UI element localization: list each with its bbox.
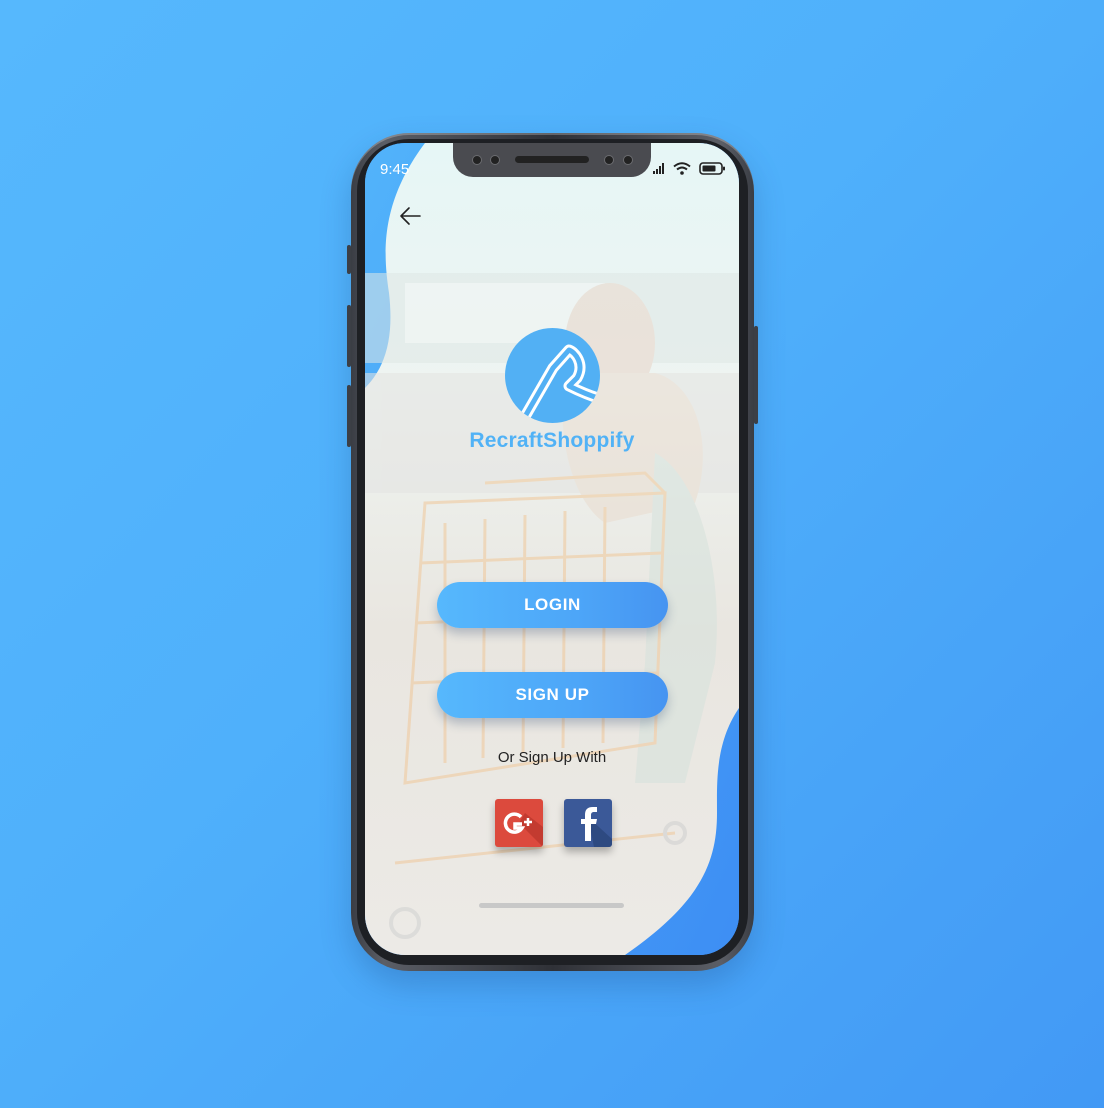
mute-switch — [347, 245, 351, 274]
signup-button[interactable]: SIGN UP — [437, 672, 668, 718]
google-plus-button[interactable] — [495, 799, 543, 847]
power-button — [754, 326, 758, 424]
volume-up-button — [347, 305, 351, 367]
sensor-dot — [605, 156, 613, 164]
battery-icon — [699, 162, 725, 175]
status-icons — [653, 162, 725, 175]
status-time: 9:45 — [380, 161, 410, 178]
social-signup-prompt: Or Sign Up With — [497, 749, 607, 766]
app-screen: 9:45 RecraftShoppify LOGIN SIGN UP Or Si… — [365, 143, 739, 955]
back-arrow-icon[interactable] — [399, 206, 421, 226]
facebook-button[interactable] — [564, 799, 612, 847]
home-indicator[interactable] — [479, 903, 624, 908]
notch — [453, 143, 651, 177]
camera-dot — [491, 156, 499, 164]
facebook-icon — [581, 807, 612, 847]
volume-down-button — [347, 385, 351, 447]
earpiece-speaker — [515, 156, 589, 163]
sensor-dot — [624, 156, 632, 164]
background-photo — [365, 143, 739, 955]
sensor-dot — [473, 156, 481, 164]
wifi-icon — [673, 162, 691, 175]
recraftshoppify-logo — [505, 328, 600, 423]
google-plus-icon — [503, 812, 543, 847]
cellular-signal-icon — [653, 163, 664, 174]
brand-name: RecraftShoppify — [469, 429, 635, 452]
login-button[interactable]: LOGIN — [437, 582, 668, 628]
